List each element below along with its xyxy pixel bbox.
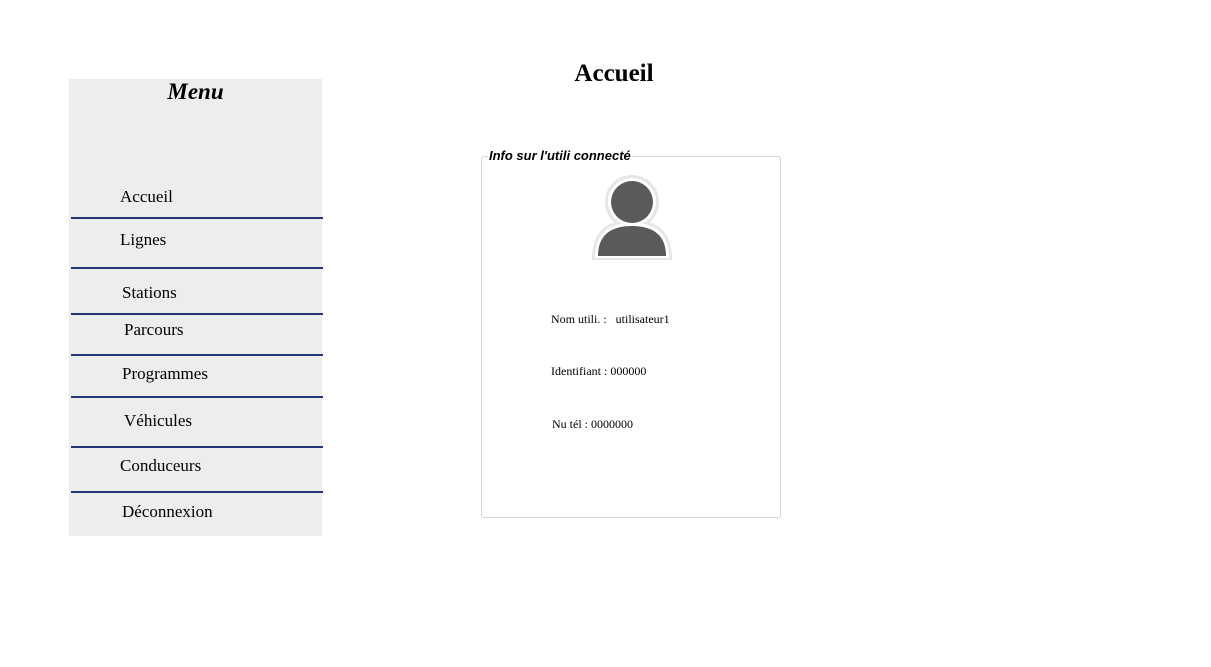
menu-item-accueil[interactable]: Accueil [120,187,173,207]
menu-divider [71,217,323,219]
user-info-legend: Info sur l'utili connecté [488,148,632,164]
menu-item-stations[interactable]: Stations [122,283,177,303]
user-phone: Nu tél : 0000000 [552,417,633,431]
menu-item-parcours[interactable]: Parcours [124,320,183,340]
menu-divider [71,267,323,269]
menu-divider [71,313,323,315]
user-avatar-icon [592,175,672,260]
user-name-value: utilisateur1 [615,312,670,326]
menu-item-lignes[interactable]: Lignes [120,230,166,250]
menu-divider [71,396,323,398]
page-title: Accueil [574,60,654,87]
menu-item-conduceurs[interactable]: Conduceurs [120,456,201,476]
menu-divider [71,354,323,356]
menu-item-deconnexion[interactable]: Déconnexion [122,502,213,522]
menu-item-vehicules[interactable]: Véhicules [124,411,192,431]
menu-item-programmes[interactable]: Programmes [122,364,208,384]
menu-divider [71,446,323,448]
user-id: Identifiant : 000000 [551,364,647,378]
menu-divider [71,491,323,493]
user-name-row: Nom utili. : utilisateur1 [551,312,670,327]
user-name-label: Nom utili. : [551,312,607,326]
